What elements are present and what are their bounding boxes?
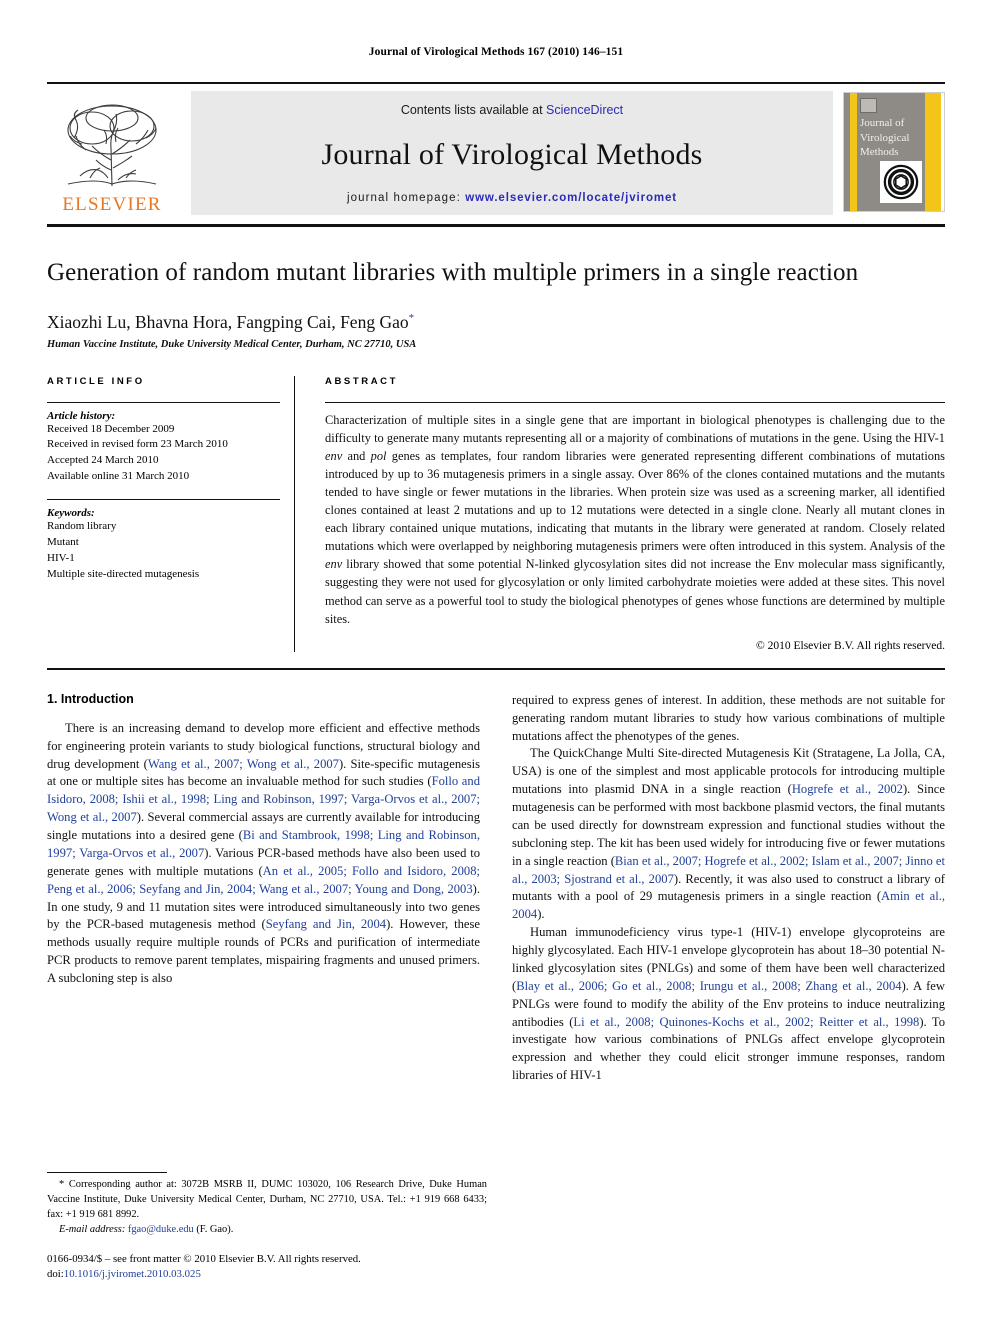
right-column: required to express genes of interest. I… [512, 692, 945, 1085]
keyword-item: Multiple site-directed mutagenesis [47, 568, 200, 581]
journal-homepage-line: journal homepage: www.elsevier.com/locat… [347, 192, 677, 204]
copyright-line: © 2010 Elsevier B.V. All rights reserved… [756, 639, 945, 652]
doi-link[interactable]: 10.1016/j.jviromet.2010.03.025 [64, 1268, 201, 1280]
article-history-block: Article history: Received 18 December 20… [47, 401, 280, 486]
keywords-label: Keywords: [47, 507, 95, 520]
abstract-text: Characterization of multiple sites in a … [325, 411, 945, 628]
affiliation: Human Vaccine Institute, Duke University… [47, 338, 417, 350]
abstract-divider [294, 375, 295, 652]
elsevier-tree-icon [67, 104, 157, 187]
history-item: Available online 31 March 2010 [47, 470, 190, 483]
article-info-abstract: ARTICLE INFO Article history: Received 1… [47, 375, 945, 652]
abstract-italic-gene: env [325, 557, 343, 572]
article-info-column: ARTICLE INFO Article history: Received 1… [47, 376, 294, 584]
contents-prefix: Contents lists available at [400, 103, 547, 117]
page-title: Generation of random mutant libraries wi… [47, 259, 859, 286]
article-first-page: Journal of Virological Methods 167 (2010… [0, 0, 992, 1323]
homepage-prefix: journal homepage: [346, 192, 466, 204]
article-info-heading: ARTICLE INFO [47, 375, 145, 387]
history-item: Accepted 24 March 2010 [47, 454, 159, 467]
corresponding-author-marker[interactable]: * [409, 312, 415, 324]
paragraph: The QuickChange Multi Site-directed Muta… [512, 745, 945, 924]
cover-edge [941, 93, 944, 211]
keyword-item: HIV-1 [47, 552, 75, 565]
citation-link[interactable]: Hogrefe et al., 2002 [792, 782, 903, 796]
abstract-part: and [342, 448, 371, 463]
footnote-rule [47, 1171, 167, 1173]
cover-emblem-icon [880, 161, 922, 203]
history-item: Received 18 December 2009 [47, 422, 175, 435]
corresponding-author-note: * Corresponding author at: 3072B MSRB II… [47, 1178, 487, 1223]
title-block: Generation of random mutant libraries wi… [47, 227, 945, 350]
doi-line: doi:10.1016/j.jviromet.2010.03.025 [47, 1267, 487, 1283]
author-names: Xiaozhi Lu, Bhavna Hora, Fangping Cai, F… [47, 311, 409, 332]
corresponding-text: Corresponding author at: 3072B MSRB II, … [47, 1178, 487, 1220]
email-note: E-mail address: fgao@duke.edu (F. Gao). [47, 1224, 487, 1235]
virus-particle-icon [883, 164, 919, 200]
abstract-part: Characterization of multiple sites in a … [325, 412, 945, 445]
author-list: Xiaozhi Lu, Bhavna Hora, Fangping Cai, F… [47, 312, 945, 333]
paragraph: Human immunodeficiency virus type-1 (HIV… [512, 924, 945, 1085]
abstract-part: library showed that some potential N-lin… [325, 557, 945, 626]
abstract-body: Characterization of multiple sites in a … [325, 401, 945, 652]
email-suffix: (F. Gao). [193, 1223, 234, 1235]
journal-masthead: ELSEVIER Contents lists available at Sci… [47, 82, 945, 218]
footnote-area: * Corresponding author at: 3072B MSRB II… [47, 1171, 487, 1283]
text-run: ). [537, 907, 545, 922]
corresponding-marker: * [59, 1178, 65, 1190]
cover-stamp-icon [860, 98, 877, 113]
email-label: E-mail address: [59, 1223, 126, 1235]
citation-link[interactable]: Wang et al., 2007; Wong et al., 2007 [148, 757, 339, 771]
abstract-bottom-rule [47, 667, 945, 670]
journal-title: Journal of Virological Methods [321, 137, 703, 171]
cover-title: Journal of Virological Methods [860, 117, 910, 159]
contents-line: Contents lists available at ScienceDirec… [401, 103, 623, 117]
left-column: 1. Introduction There is an increasing d… [47, 692, 480, 1085]
keywords-block: Keywords: Random library Mutant HIV-1 Mu… [47, 499, 280, 583]
cover-stripe-left [850, 93, 857, 211]
doi-prefix: doi: [47, 1268, 64, 1281]
issn-line: 0166-0934/$ – see front matter © 2010 El… [47, 1252, 361, 1265]
cover-stripe-right [925, 93, 941, 211]
body-columns: 1. Introduction There is an increasing d… [47, 692, 945, 1085]
history-item: Received in revised form 23 March 2010 [47, 438, 228, 451]
journal-homepage-link[interactable]: www.elsevier.com/locate/jviromet [465, 192, 677, 204]
citation-link[interactable]: Li et al., 2008; Quinones-Kochs et al., … [573, 1015, 919, 1029]
abstract-part: genes as templates, four random librarie… [325, 448, 946, 554]
issn-block: 0166-0934/$ – see front matter © 2010 El… [47, 1252, 487, 1283]
email-link[interactable]: fgao@duke.edu [128, 1224, 194, 1235]
section-heading-introduction: 1. Introduction [47, 691, 134, 706]
citation-link[interactable]: Seyfang and Jin, 2004 [266, 917, 386, 931]
keyword-item: Random library [47, 520, 117, 533]
paragraph: There is an increasing demand to develop… [47, 720, 480, 988]
running-head: Journal of Virological Methods 167 (2010… [368, 46, 624, 58]
elsevier-logo: ELSEVIER [47, 88, 177, 218]
abstract-italic-gene: pol [370, 448, 387, 463]
abstract-column: ABSTRACT Characterization of multiple si… [325, 376, 945, 652]
paragraph: required to express genes of interest. I… [512, 692, 945, 743]
abstract-heading: ABSTRACT [325, 375, 399, 387]
article-history-label: Article history: [47, 409, 116, 422]
sciencedirect-banner: Contents lists available at ScienceDirec… [191, 91, 833, 215]
keyword-item: Mutant [47, 536, 79, 549]
journal-cover-thumbnail[interactable]: Journal of Virological Methods [843, 92, 945, 212]
elsevier-wordmark: ELSEVIER [62, 194, 162, 215]
abstract-italic-gene: env [325, 448, 343, 463]
citation-link[interactable]: Blay et al., 2006; Go et al., 2008; Irun… [516, 979, 901, 993]
sciencedirect-link[interactable]: ScienceDirect [546, 103, 623, 117]
